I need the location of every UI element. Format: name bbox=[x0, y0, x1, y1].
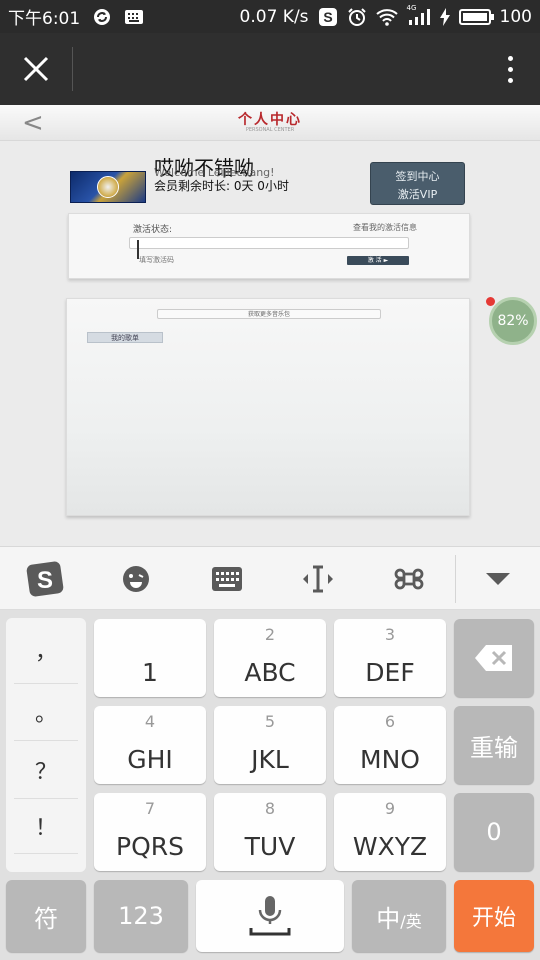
cursor-move-icon[interactable] bbox=[298, 561, 338, 597]
key-8[interactable]: 8 TUV bbox=[214, 793, 326, 871]
emoji-icon[interactable] bbox=[116, 561, 156, 597]
title-bar bbox=[0, 33, 540, 105]
key-5[interactable]: 5 JKL bbox=[214, 706, 326, 784]
key-7[interactable]: 7 PQRS bbox=[94, 793, 206, 871]
microphone-icon bbox=[249, 896, 291, 936]
my-playlist-button[interactable]: 我的歌单 bbox=[87, 332, 163, 343]
activation-card: 激活状态: 查看我的激活信息 填写激活码 激 活 ► bbox=[68, 213, 470, 279]
membership-remaining: 会员剩余时长: 0天 0小时 bbox=[154, 179, 289, 193]
toolbar-divider bbox=[455, 555, 456, 603]
t9-keyboard: ， 。 ？ ！ 1 2 ABC 3 DEF 4 GHI 5 JKL 6 MNO … bbox=[0, 610, 540, 960]
sign-center-label: 签到中心 bbox=[395, 170, 440, 183]
key-9[interactable]: 9 WXYZ bbox=[334, 793, 446, 871]
command-icon[interactable] bbox=[389, 561, 429, 597]
reinput-key[interactable]: 重输 bbox=[454, 706, 534, 784]
number-switch-key[interactable]: 123 bbox=[94, 880, 188, 952]
club-crest-icon bbox=[97, 176, 119, 198]
status-time: 下午6:01 bbox=[8, 9, 81, 29]
language-switch-key[interactable]: 中/英 bbox=[352, 880, 446, 952]
close-button[interactable] bbox=[16, 49, 56, 89]
web-header: < 个人中心 PERSONAL CENTER bbox=[0, 105, 540, 141]
key-2[interactable]: 2 ABC bbox=[214, 619, 326, 697]
signal-icon: 4G bbox=[407, 4, 431, 26]
page-subtitle: PERSONAL CENTER bbox=[245, 127, 295, 133]
svg-text:S: S bbox=[323, 9, 332, 25]
key-6[interactable]: 6 MNO bbox=[334, 706, 446, 784]
music-card: 获取更多音乐包 我的歌单 bbox=[66, 298, 470, 516]
personal-center-content: 哎呦不错呦 Welcome Leijiechang! 会员剩余时长: 0天 0小… bbox=[0, 141, 540, 546]
svg-text:S: S bbox=[37, 567, 53, 594]
key-1[interactable]: 1 bbox=[94, 619, 206, 697]
signal-type-label: 4G bbox=[406, 3, 417, 12]
backspace-icon bbox=[475, 645, 512, 671]
start-key[interactable]: 开始 bbox=[454, 880, 534, 952]
page-title: 个人中心 bbox=[238, 112, 302, 128]
activation-code-placeholder: 填写激活码 bbox=[139, 256, 174, 264]
avatar[interactable] bbox=[70, 171, 146, 203]
notification-dot bbox=[486, 297, 495, 306]
alarm-icon bbox=[347, 7, 367, 27]
battery-fill bbox=[462, 12, 487, 21]
more-options-button[interactable] bbox=[498, 49, 522, 89]
close-icon bbox=[23, 56, 49, 82]
net-speed: 0.07 K/s bbox=[239, 6, 309, 27]
ime-toolbar: S bbox=[0, 546, 540, 610]
key-0[interactable]: 0 bbox=[454, 793, 534, 871]
symbol-panel: ， 。 ？ ！ bbox=[6, 618, 86, 872]
activation-code-input[interactable] bbox=[129, 237, 409, 249]
symbol-key[interactable]: 。 bbox=[6, 684, 86, 740]
keyboard-icon bbox=[124, 9, 144, 25]
keyboard-switch-icon[interactable] bbox=[207, 561, 247, 597]
battery-icon bbox=[458, 8, 494, 25]
collapse-keyboard-icon[interactable] bbox=[478, 561, 518, 597]
lang-english-label: /英 bbox=[400, 912, 422, 931]
activate-button[interactable]: 激 活 ► bbox=[347, 256, 409, 265]
backspace-key[interactable] bbox=[454, 619, 534, 697]
view-activation-link[interactable]: 查看我的激活信息 bbox=[353, 222, 417, 233]
symbol-key[interactable]: ， bbox=[6, 622, 86, 678]
symbol-key[interactable]: ？ bbox=[6, 742, 86, 798]
battery-level: 100 bbox=[499, 6, 532, 27]
activate-button-label: 激 活 bbox=[367, 257, 382, 264]
activate-vip-label: 激活VIP bbox=[397, 188, 438, 201]
lang-chinese-label: 中 bbox=[376, 904, 401, 933]
sync-icon bbox=[92, 7, 112, 27]
space-voice-key[interactable] bbox=[196, 880, 344, 952]
more-vertical-icon bbox=[507, 55, 513, 61]
activation-status-label: 激活状态: bbox=[133, 225, 173, 235]
get-more-music-button[interactable]: 获取更多音乐包 bbox=[157, 309, 381, 319]
key-4[interactable]: 4 GHI bbox=[94, 706, 206, 784]
title-bar-divider bbox=[72, 47, 73, 91]
floating-percent-badge[interactable]: 82% bbox=[489, 297, 537, 345]
status-bar: 下午6:01 0.07 K/s S 4G 100 bbox=[0, 0, 540, 33]
sign-in-vip-button[interactable]: 签到中心 激活VIP bbox=[370, 162, 465, 205]
wifi-icon bbox=[375, 8, 398, 26]
sogou-logo-icon[interactable]: S bbox=[25, 561, 65, 597]
key-3[interactable]: 3 DEF bbox=[334, 619, 446, 697]
s-app-icon: S bbox=[318, 7, 338, 27]
symbol-switch-key[interactable]: 符 bbox=[6, 880, 86, 952]
charging-icon bbox=[439, 7, 450, 26]
symbol-key[interactable]: ！ bbox=[6, 798, 86, 854]
